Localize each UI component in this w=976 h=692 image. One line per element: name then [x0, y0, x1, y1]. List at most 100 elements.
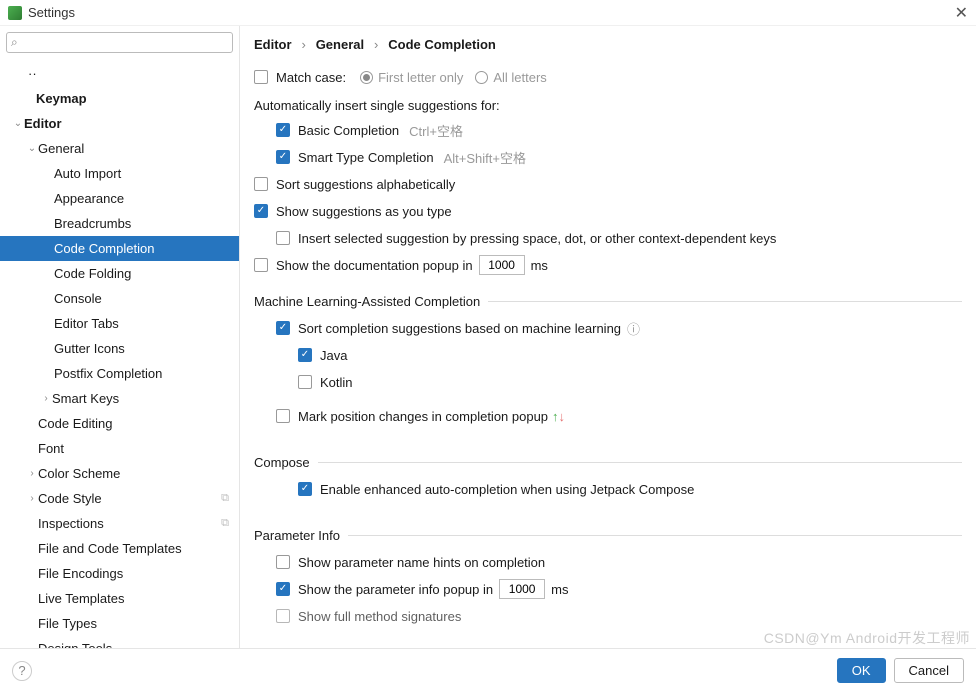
checkbox-sort-alpha[interactable]	[254, 177, 268, 191]
tree-postfix[interactable]: Postfix Completion	[0, 361, 239, 386]
tree-inspections[interactable]: Inspections⧉	[0, 511, 239, 536]
breadcrumb: Editor › General › Code Completion	[254, 36, 962, 52]
tree-dots[interactable]: ··	[0, 61, 239, 86]
help-icon[interactable]: ⓘ	[627, 319, 640, 338]
chevron-down-icon: ⌄	[12, 118, 24, 129]
settings-tree[interactable]: ·· Keymap ⌄Editor ⌄General Auto Import A…	[0, 59, 239, 648]
label-ml-head: Machine Learning-Assisted Completion	[254, 294, 480, 309]
label-as-type: Show suggestions as you type	[276, 204, 452, 219]
checkbox-compose-enable[interactable]	[298, 482, 312, 496]
tree-code-folding[interactable]: Code Folding	[0, 261, 239, 286]
label-first-letter: First letter only	[378, 70, 463, 85]
section-ml: Machine Learning-Assisted Completion	[254, 294, 962, 309]
checkbox-java[interactable]	[298, 348, 312, 362]
label-mark-pos: Mark position changes in completion popu…	[298, 409, 548, 424]
tree-smart-keys[interactable]: ›Smart Keys	[0, 386, 239, 411]
copy-icon: ⧉	[221, 517, 229, 530]
row-doc-popup: Show the documentation popup in ms	[254, 254, 962, 276]
checkbox-basic-completion[interactable]	[276, 123, 290, 137]
input-doc-popup-ms[interactable]	[479, 255, 525, 275]
checkbox-insert-space[interactable]	[276, 231, 290, 245]
row-param-popup: Show the parameter info popup in ms	[254, 578, 962, 600]
tree-file-types[interactable]: File Types	[0, 611, 239, 636]
search-wrap[interactable]: ⌕	[6, 32, 233, 53]
label-ms: ms	[551, 582, 568, 597]
row-as-type: Show suggestions as you type	[254, 200, 962, 222]
checkbox-match-case[interactable]	[254, 70, 268, 84]
tree-editor-tabs[interactable]: Editor Tabs	[0, 311, 239, 336]
checkbox-doc-popup[interactable]	[254, 258, 268, 272]
row-java: Java	[254, 344, 962, 366]
checkbox-param-popup[interactable]	[276, 582, 290, 596]
checkbox-kotlin[interactable]	[298, 375, 312, 389]
row-insert-space: Insert selected suggestion by pressing s…	[254, 227, 962, 249]
row-basic: Basic Completion Ctrl+空格	[254, 119, 962, 141]
row-mark-pos: Mark position changes in completion popu…	[254, 405, 962, 427]
row-ml-sort: Sort completion suggestions based on mac…	[254, 317, 962, 339]
tree-general[interactable]: ⌄General	[0, 136, 239, 161]
tree-code-editing[interactable]: Code Editing	[0, 411, 239, 436]
tree-appearance[interactable]: Appearance	[0, 186, 239, 211]
tree-file-code-templates[interactable]: File and Code Templates	[0, 536, 239, 561]
label-insert-space: Insert selected suggestion by pressing s…	[298, 231, 776, 246]
main-area: ⌕ ·· Keymap ⌄Editor ⌄General Auto Import…	[0, 26, 976, 648]
watermark: CSDN@Ym Android开发工程师	[764, 628, 970, 648]
checkbox-mark-pos[interactable]	[276, 409, 290, 423]
crumb-general[interactable]: General	[316, 37, 364, 52]
checkbox-ml-sort[interactable]	[276, 321, 290, 335]
section-param-info: Parameter Info	[254, 528, 962, 543]
chevron-right-icon: ›	[301, 37, 305, 52]
shortcut-smart: Alt+Shift+空格	[444, 148, 526, 167]
radio-all-letters[interactable]	[475, 71, 488, 84]
chevron-right-icon: ›	[40, 393, 52, 404]
tree-breadcrumbs[interactable]: Breadcrumbs	[0, 211, 239, 236]
label-sort-alpha: Sort suggestions alphabetically	[276, 177, 455, 192]
search-input[interactable]	[22, 36, 228, 50]
label-smart: Smart Type Completion	[298, 150, 434, 165]
chevron-down-icon: ⌄	[26, 143, 38, 154]
label-kotlin: Kotlin	[320, 375, 353, 390]
row-compose-enable: Enable enhanced auto-completion when usi…	[254, 478, 962, 500]
checkbox-full-sig[interactable]	[276, 609, 290, 623]
app-logo-icon	[8, 6, 22, 20]
crumb-editor[interactable]: Editor	[254, 37, 292, 52]
tree-font[interactable]: Font	[0, 436, 239, 461]
tree-editor[interactable]: ⌄Editor	[0, 111, 239, 136]
sidebar: ⌕ ·· Keymap ⌄Editor ⌄General Auto Import…	[0, 26, 240, 648]
cancel-button[interactable]: Cancel	[894, 658, 964, 683]
input-param-popup-ms[interactable]	[499, 579, 545, 599]
tree-design-tools[interactable]: Design Tools	[0, 636, 239, 648]
tree-console[interactable]: Console	[0, 286, 239, 311]
tree-gutter-icons[interactable]: Gutter Icons	[0, 336, 239, 361]
ok-button[interactable]: OK	[837, 658, 886, 683]
shortcut-basic: Ctrl+空格	[409, 121, 463, 140]
row-full-sig: Show full method signatures	[254, 605, 962, 627]
section-compose: Compose	[254, 455, 962, 470]
tree-code-style[interactable]: ›Code Style⧉	[0, 486, 239, 511]
footer: ? OK Cancel	[0, 648, 976, 692]
chevron-right-icon: ›	[26, 493, 38, 504]
label-doc-popup: Show the documentation popup in	[276, 258, 473, 273]
row-kotlin: Kotlin	[254, 371, 962, 393]
help-button[interactable]: ?	[12, 661, 32, 681]
label-match-case: Match case:	[276, 70, 346, 85]
tree-live-templates[interactable]: Live Templates	[0, 586, 239, 611]
checkbox-param-hints[interactable]	[276, 555, 290, 569]
crumb-code-completion: Code Completion	[388, 37, 496, 52]
radio-first-letter[interactable]	[360, 71, 373, 84]
tree-keymap[interactable]: Keymap	[0, 86, 239, 111]
tree-color-scheme[interactable]: ›Color Scheme	[0, 461, 239, 486]
tree-code-completion[interactable]: Code Completion	[0, 236, 239, 261]
label-basic: Basic Completion	[298, 123, 399, 138]
checkbox-as-you-type[interactable]	[254, 204, 268, 218]
content-panel: Editor › General › Code Completion Match…	[240, 26, 976, 648]
label-ms: ms	[531, 258, 548, 273]
close-icon[interactable]: ✕	[955, 3, 968, 23]
copy-icon: ⧉	[221, 492, 229, 505]
arrows-icon: ↑↓	[552, 409, 565, 424]
label-all-letters: All letters	[493, 70, 546, 85]
tree-file-encodings[interactable]: File Encodings	[0, 561, 239, 586]
checkbox-smart-completion[interactable]	[276, 150, 290, 164]
label-compose-enable: Enable enhanced auto-completion when usi…	[320, 482, 694, 497]
tree-auto-import[interactable]: Auto Import	[0, 161, 239, 186]
